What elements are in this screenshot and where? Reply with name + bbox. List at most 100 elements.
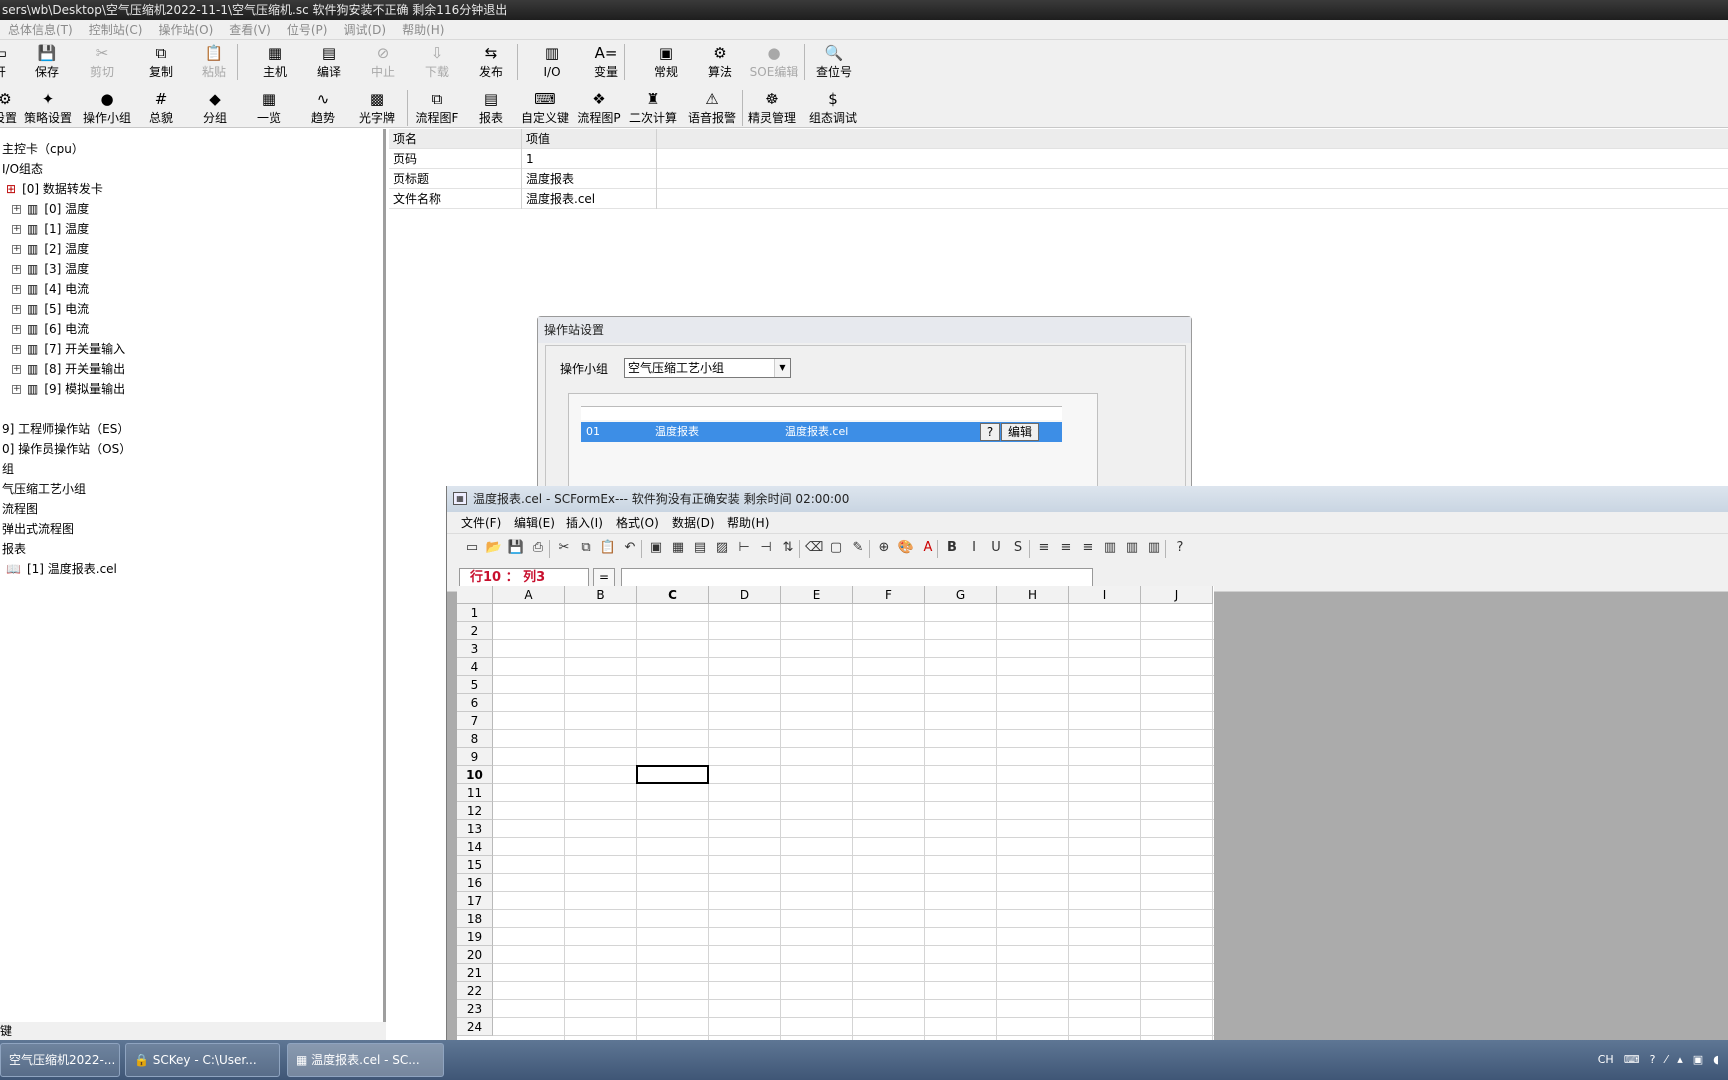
toolbar2-button-6[interactable]: ∿ 趋势 (296, 88, 350, 126)
form-menu-item-5[interactable]: 帮助(H) (727, 512, 769, 534)
expand-icon[interactable]: + (12, 265, 21, 274)
row-header[interactable]: 15 (457, 856, 493, 874)
toolbar-button-9[interactable]: ⇆ 发布 (464, 42, 518, 80)
toolbar2-button-11[interactable]: ❖ 流程图P (572, 88, 626, 126)
row-header[interactable]: 19 (457, 928, 493, 946)
tray-icon[interactable]: ⁄ (1665, 1053, 1667, 1066)
tray-icon[interactable]: ? (1650, 1053, 1656, 1066)
chart-icon[interactable]: ▨ (713, 539, 731, 557)
toolbar2-button-3[interactable]: # 总貌 (134, 88, 188, 126)
tray-icon[interactable]: ▴ (1677, 1053, 1683, 1066)
copy-icon[interactable]: ⧉ (577, 539, 595, 557)
toolbar2-button-14[interactable]: ☸ 精灵管理 (745, 88, 799, 126)
column-header[interactable]: A (493, 586, 565, 604)
tree-node[interactable]: + ▥ [9] 模拟量输出 (12, 380, 125, 398)
row-header[interactable]: 23 (457, 1000, 493, 1018)
property-row[interactable]: 页码 1 (389, 149, 1728, 169)
row-header[interactable]: 13 (457, 820, 493, 838)
row-header[interactable]: 11 (457, 784, 493, 802)
menu-item-0[interactable]: 总体信息(T) (0, 20, 81, 39)
row-header[interactable]: 4 (457, 658, 493, 676)
expand-icon[interactable]: + (12, 285, 21, 294)
menu-item-1[interactable]: 控制站(C) (81, 20, 151, 39)
expand-icon[interactable]: + (12, 325, 21, 334)
tree-node[interactable]: 报表 (2, 540, 26, 558)
toolbar-button-6[interactable]: ▤ 编译 (302, 42, 356, 80)
toolbar2-button-2[interactable]: ● 操作小组 (80, 88, 134, 126)
align-left-icon[interactable]: ≡ (1035, 539, 1053, 557)
tree-node[interactable]: 弹出式流程图 (2, 520, 74, 538)
row-header[interactable]: 14 (457, 838, 493, 856)
menu-item-5[interactable]: 调试(D) (335, 20, 394, 39)
row-header[interactable]: 6 (457, 694, 493, 712)
row-header[interactable]: 20 (457, 946, 493, 964)
align-right-icon[interactable]: ≡ (1079, 539, 1097, 557)
toolbar-button-13[interactable]: ⚙ 算法 (693, 42, 747, 80)
tray-icon[interactable]: CH (1598, 1053, 1614, 1066)
border-icon[interactable]: ▢ (827, 539, 845, 557)
toolbar-button-8[interactable]: ⇩ 下载 (410, 42, 464, 80)
save-icon[interactable]: 💾 (507, 539, 525, 557)
column-header[interactable]: F (853, 586, 925, 604)
toolbar-button-4[interactable]: 📋 粘贴 (187, 42, 241, 80)
row-header[interactable]: 9 (457, 748, 493, 766)
tree-node[interactable]: + ▥ [6] 电流 (12, 320, 89, 338)
toolbar2-button-1[interactable]: ✦ 策略设置 (21, 88, 75, 126)
form-menu-item-2[interactable]: 插入(I) (566, 512, 603, 534)
row-header[interactable]: 24 (457, 1018, 493, 1036)
toolbar2-button-8[interactable]: ⧉ 流程图F (410, 88, 464, 126)
tree-node[interactable]: 9] 工程师操作站（ES） (2, 420, 129, 438)
fill-color-icon[interactable]: 🎨 (897, 539, 915, 557)
toolbar2-button-12[interactable]: ♜ 二次计算 (626, 88, 680, 126)
toolbar-button-3[interactable]: ⧉ 复制 (134, 42, 188, 80)
new-icon[interactable]: ▭ (463, 539, 481, 557)
italic-icon[interactable]: I (965, 539, 983, 557)
form-menu-item-1[interactable]: 编辑(E) (514, 512, 555, 534)
column-header[interactable]: D (709, 586, 781, 604)
tree-node[interactable]: 主控卡（cpu） (2, 140, 84, 158)
tree-node[interactable]: + ▥ [1] 温度 (12, 220, 89, 238)
image-icon[interactable]: ▣ (647, 539, 665, 557)
eraser-icon[interactable]: ⌫ (805, 539, 823, 557)
edit-button[interactable]: 编辑 (1001, 423, 1039, 441)
toolbar2-button-13[interactable]: ⚠ 语音报警 (685, 88, 739, 126)
expand-icon[interactable]: + (12, 365, 21, 374)
tree-node[interactable]: I/O组态 (2, 160, 43, 178)
barcode1-icon[interactable]: ▥ (1101, 539, 1119, 557)
taskbar-item-0[interactable]: 空气压缩机2022-... (0, 1043, 120, 1077)
tree-node[interactable]: + ▥ [8] 开关量输出 (12, 360, 125, 378)
property-row[interactable]: 页标题 温度报表 (389, 169, 1728, 189)
column-header[interactable]: E (781, 586, 853, 604)
browse-button[interactable]: ? (980, 423, 1000, 441)
row-header[interactable]: 18 (457, 910, 493, 928)
toolbar-button-10[interactable]: ▥ I/O (525, 42, 579, 80)
menu-item-2[interactable]: 操作站(O) (150, 20, 221, 39)
column-header[interactable]: G (925, 586, 997, 604)
project-tree[interactable]: 主控卡（cpu） I/O组态 ⊞ [0] 数据转发卡 + ▥ [0] 温度 + ▥ [1] 温度 +… (0, 129, 386, 1022)
expand-icon[interactable]: + (12, 245, 21, 254)
formula-input[interactable] (621, 568, 1093, 587)
toolbar2-button-5[interactable]: ▦ 一览 (242, 88, 296, 126)
toolbar-button-15[interactable]: 🔍 查位号 (807, 42, 861, 80)
column-header[interactable]: C (637, 586, 709, 604)
row-header[interactable]: 7 (457, 712, 493, 730)
format-icon[interactable]: ✎ (849, 539, 867, 557)
undo-icon[interactable]: ↶ (621, 539, 639, 557)
tree-node[interactable]: 流程图 (2, 500, 38, 518)
paste-icon[interactable]: 📋 (599, 539, 617, 557)
toolbar-button-1[interactable]: 💾 保存 (20, 42, 74, 80)
tree-node[interactable]: ⊞ [0] 数据转发卡 (6, 180, 103, 198)
expand-icon[interactable]: + (12, 225, 21, 234)
row-header[interactable]: 10 (457, 766, 493, 784)
toolbar-button-14[interactable]: ● SOE编辑 (747, 42, 801, 80)
sort-icon[interactable]: ⇅ (779, 539, 797, 557)
tree-node[interactable]: 气压缩工艺小组 (2, 480, 86, 498)
chevron-down-icon[interactable]: ▼ (774, 359, 790, 377)
tray-icon[interactable]: ⌨ (1624, 1053, 1640, 1066)
insert-col-icon[interactable]: ⊢ (735, 539, 753, 557)
tree-node[interactable]: + ▥ [2] 温度 (12, 240, 89, 258)
toolbar2-button-10[interactable]: ⌨ 自定义键 (518, 88, 572, 126)
column-header[interactable]: H (997, 586, 1069, 604)
help-icon[interactable]: ? (1171, 539, 1189, 557)
barcode3-icon[interactable]: ▥ (1145, 539, 1163, 557)
